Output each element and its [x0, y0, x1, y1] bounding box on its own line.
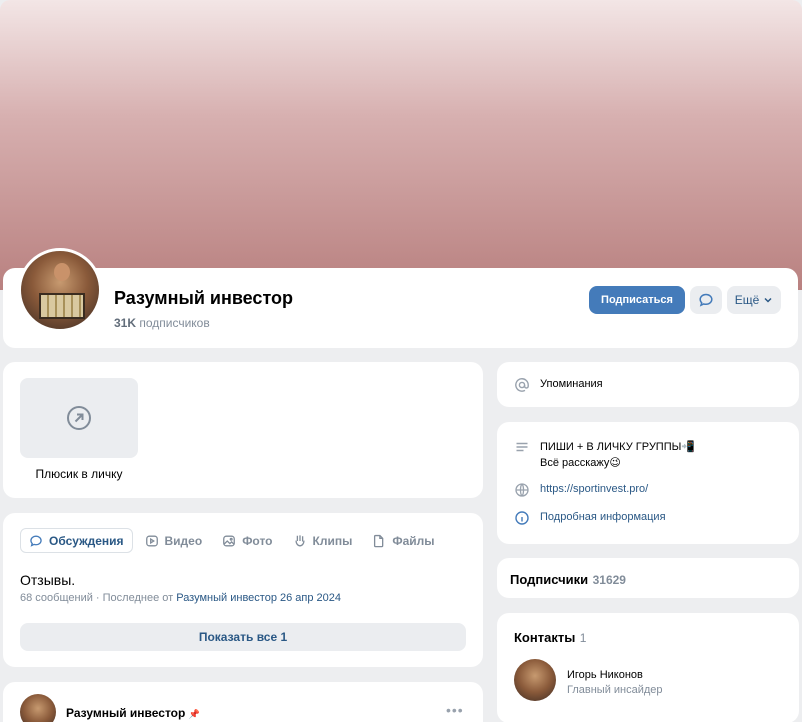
discussion-author-link[interactable]: Разумный инвестор	[176, 592, 277, 604]
mentions-row: Упоминания	[514, 377, 603, 393]
group-name: Разумный инвестор	[114, 288, 294, 308]
contact-name[interactable]: Игорь Никонов	[567, 669, 643, 681]
links-card: Плюсик в личку	[3, 362, 483, 498]
tab-label: Файлы	[392, 533, 435, 548]
mentions-label: Упоминания	[540, 378, 603, 390]
description-line-2: Всё расскажу😉	[540, 457, 621, 469]
info-icon	[515, 511, 529, 525]
subscribers-card[interactable]: Подписчики 31629	[497, 558, 799, 598]
subscribers-count: 31K	[114, 316, 137, 330]
show-all-button[interactable]: Показать все 1	[20, 623, 466, 651]
post-author: Разумный инвестор 📌	[66, 706, 200, 720]
tab-discussions[interactable]: Обсуждения	[20, 528, 133, 553]
plus-tile[interactable]	[20, 378, 138, 458]
subscribers-summary[interactable]: 31K подписчиков	[114, 316, 210, 330]
post-author-name[interactable]: Разумный инвестор	[66, 706, 185, 720]
details-link[interactable]: Подробная информация	[540, 510, 666, 523]
discussion-meta: 68 сообщений · Последнее от Разумный инв…	[20, 592, 341, 604]
discussion-title[interactable]: Отзывы.	[20, 572, 75, 588]
contacts-header[interactable]: Контакты 1	[514, 629, 586, 647]
content-tabs: Обсуждения Видео Фото Клипы Файлы	[20, 528, 443, 553]
avatar-person	[54, 263, 70, 281]
play-icon	[145, 535, 158, 546]
website-row: https://sportinvest.pro/	[514, 482, 648, 498]
mentions-card[interactable]: Упоминания	[497, 362, 799, 407]
tab-label: Клипы	[312, 533, 353, 548]
contacts-title: Контакты	[514, 630, 576, 645]
subscribers-label: подписчиков	[139, 316, 210, 330]
contacts-card: Контакты 1 Игорь Никонов Главный инсайде…	[497, 613, 799, 722]
discussion-date-link[interactable]: 26 апр 2024	[280, 592, 341, 604]
discussion-meta-prefix: 68 сообщений · Последнее от	[20, 592, 174, 604]
info-card: ПИШИ + В ЛИЧКУ ГРУППЫ📲 Всё расскажу😉 htt…	[497, 422, 799, 544]
details-row: Подробная информация	[514, 510, 666, 526]
clips-icon	[294, 534, 305, 546]
text-lines-icon	[516, 442, 528, 452]
at-icon	[515, 378, 529, 392]
tab-photo[interactable]: Фото	[214, 528, 280, 553]
description-text: ПИШИ + В ЛИЧКУ ГРУППЫ📲 Всё расскажу😉	[540, 439, 695, 471]
content-card: Обсуждения Видео Фото Клипы Файлы Отзывы…	[3, 513, 483, 667]
subscribers-title: Подписчики	[510, 572, 589, 587]
image-icon	[223, 535, 236, 546]
contacts-count: 1	[579, 631, 587, 645]
pin-icon: 📌	[188, 709, 200, 719]
tab-label: Обсуждения	[49, 533, 124, 548]
post-author-avatar[interactable]	[20, 694, 56, 722]
contact-avatar[interactable]	[514, 659, 556, 701]
globe-icon	[515, 483, 529, 497]
file-icon	[374, 534, 384, 547]
external-link-icon	[67, 406, 91, 430]
more-button[interactable]: Ещё	[727, 286, 781, 314]
chevron-down-icon	[764, 297, 772, 303]
more-label: Ещё	[734, 293, 760, 307]
subscribers-header: Подписчики 31629	[510, 571, 626, 589]
description-line-1: ПИШИ + В ЛИЧКУ ГРУППЫ📲	[540, 441, 696, 453]
subscribe-button[interactable]: Подписаться	[589, 286, 685, 314]
post-card: Разумный инвестор 📌 •••	[3, 682, 483, 722]
subscribers-number: 31629	[592, 573, 626, 587]
tab-label: Фото	[242, 533, 273, 548]
message-button[interactable]	[690, 286, 722, 314]
chat-icon	[30, 535, 42, 547]
tab-clips[interactable]: Клипы	[285, 528, 361, 553]
plus-tile-label: Плюсик в личку	[35, 467, 123, 481]
group-avatar[interactable]	[18, 248, 102, 332]
chat-icon	[699, 293, 713, 307]
tab-video[interactable]: Видео	[137, 528, 211, 553]
tab-files[interactable]: Файлы	[364, 528, 442, 553]
post-menu-icon[interactable]: •••	[446, 702, 464, 718]
website-link[interactable]: https://sportinvest.pro/	[540, 482, 648, 495]
tab-label: Видео	[164, 533, 203, 548]
contact-role: Главный инсайдер	[567, 684, 663, 696]
cover-image	[0, 0, 802, 290]
description-row: ПИШИ + В ЛИЧКУ ГРУППЫ📲 Всё расскажу😉	[514, 439, 695, 471]
avatar-money-case	[39, 293, 85, 319]
